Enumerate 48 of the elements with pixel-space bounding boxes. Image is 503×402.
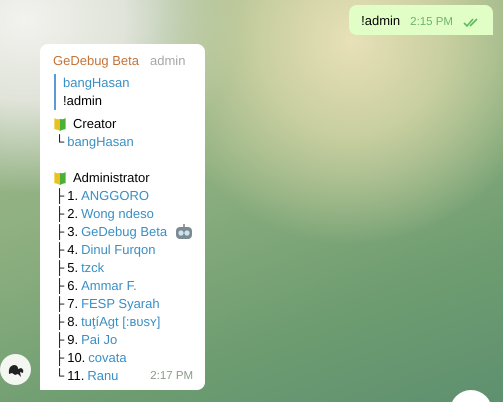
member-link[interactable]: Ranu [87, 367, 118, 385]
reply-author: bangHasan [63, 74, 130, 92]
tree-branch: ├ [55, 331, 64, 349]
role-label: admin [150, 52, 186, 70]
member-number: 2. [67, 205, 78, 223]
member-number: 10. [67, 349, 86, 367]
shield-icon [53, 116, 67, 132]
tree-branch: ├ [55, 223, 64, 241]
member-number: 1. [67, 187, 78, 205]
tree-branch: ├ [55, 187, 64, 205]
tree-branch: ├ [55, 259, 64, 277]
tree-branch: ├ [55, 295, 64, 313]
member-link[interactable]: FESP Syarah [81, 295, 160, 313]
member-link[interactable]: ANGGORO [81, 187, 149, 205]
shield-icon [53, 170, 67, 186]
section-title: Administrator [73, 169, 150, 187]
member-number: 4. [67, 241, 78, 259]
member-link[interactable]: Wong ndeso [81, 205, 154, 223]
member-link[interactable]: GeDebug Beta [81, 223, 168, 241]
member-link[interactable]: covata [88, 349, 127, 367]
tree-branch: ├ [55, 277, 64, 295]
member-number: 8. [67, 313, 78, 331]
member-number: 7. [67, 295, 78, 313]
avatar[interactable] [0, 354, 31, 385]
reply-text: !admin [63, 92, 104, 110]
member-link[interactable]: tuţíAgt [:ʙᴜsʏ] [81, 313, 160, 331]
message-text: !admin [361, 13, 400, 28]
member-link[interactable]: Ammar F. [81, 277, 137, 295]
member-number: 3. [67, 223, 78, 241]
tree-branch: └ [55, 133, 64, 151]
tree-branch: └ [55, 367, 64, 385]
member-link[interactable]: bangHasan [67, 133, 134, 151]
tree-branch: ├ [55, 205, 64, 223]
reply-quote[interactable]: bangHasan !admin [54, 74, 194, 110]
member-number: 6. [67, 277, 78, 295]
member-link[interactable]: Pai Jo [81, 331, 118, 349]
message-time: 2:15 PM [410, 16, 453, 28]
tree-branch: ├ [55, 313, 64, 331]
member-number: 11. [67, 367, 84, 385]
section-title: Creator [73, 115, 116, 133]
member-link[interactable]: Dinul Furqon [81, 241, 156, 259]
member-number: 9. [67, 331, 78, 349]
tree-branch: ├ [55, 349, 64, 367]
member-number: 5. [67, 259, 78, 277]
tree-branch: ├ [55, 241, 64, 259]
sender-name[interactable]: GeDebug Beta [53, 52, 140, 70]
message-time: 2:17 PM [150, 369, 194, 384]
member-link[interactable]: tzck [81, 259, 104, 277]
